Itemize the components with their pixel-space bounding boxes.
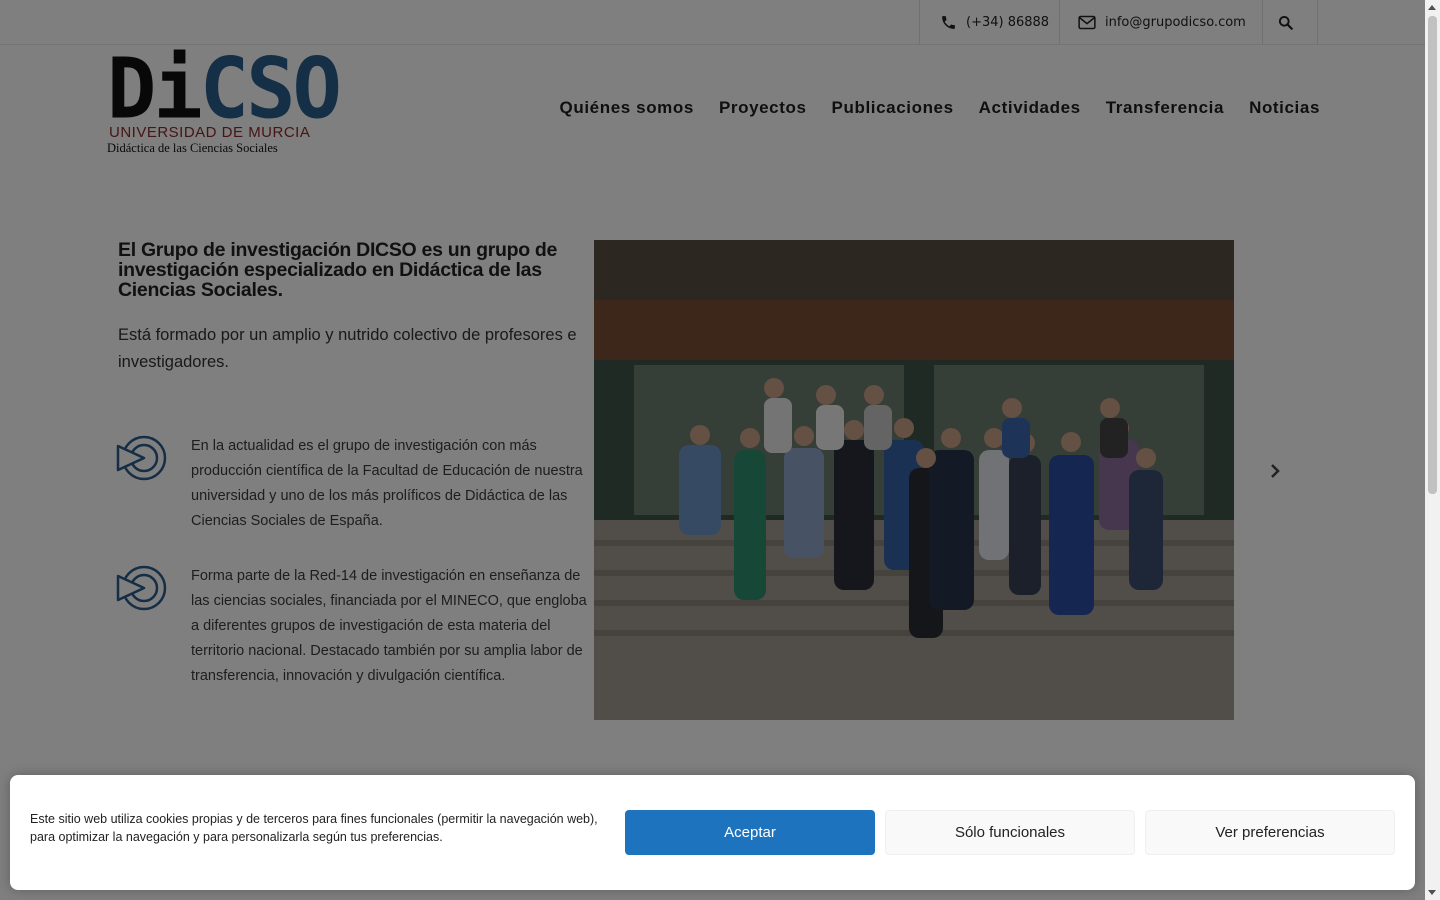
page-scrollbar[interactable] bbox=[1425, 0, 1440, 900]
scroll-thumb[interactable] bbox=[1428, 16, 1437, 494]
cookie-banner: Este sitio web utiliza cookies propias y… bbox=[10, 775, 1415, 890]
cookie-accept-button[interactable]: Aceptar bbox=[625, 810, 875, 855]
cookie-functional-only-button[interactable]: Sólo funcionales bbox=[885, 810, 1135, 855]
scroll-up-arrow[interactable] bbox=[1428, 5, 1436, 10]
cookie-message: Este sitio web utiliza cookies propias y… bbox=[30, 812, 598, 844]
cookie-preferences-button[interactable]: Ver preferencias bbox=[1145, 810, 1395, 855]
cookie-overlay bbox=[0, 0, 1425, 900]
scroll-down-arrow[interactable] bbox=[1428, 890, 1436, 895]
